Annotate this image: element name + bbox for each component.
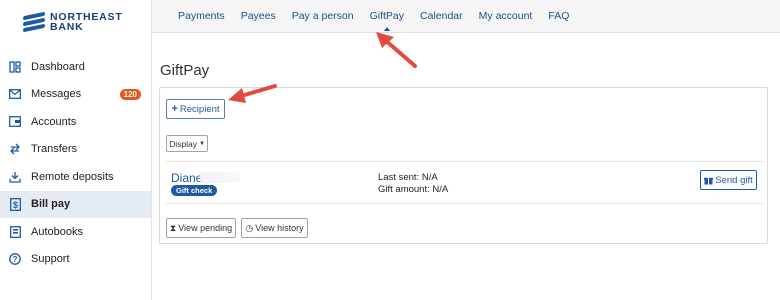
sidebar-item-messages[interactable]: Messages 120 xyxy=(0,81,151,109)
sidebar-item-label: Bill pay xyxy=(31,198,71,211)
sidebar-item-label: Messages xyxy=(31,88,82,101)
sidebar-item-label: Remote deposits xyxy=(31,170,114,183)
sidebar-item-label: Autobooks xyxy=(31,225,83,238)
annotation-arrow-giftpay xyxy=(376,32,417,68)
autobooks-icon xyxy=(8,225,22,239)
display-label: Display xyxy=(169,138,197,149)
divider xyxy=(166,203,763,204)
tab-payees[interactable]: Payees xyxy=(233,0,284,33)
hourglass-icon: ⧗ xyxy=(169,222,177,233)
logo-line2: BANK xyxy=(50,21,84,33)
sidebar-item-transfers[interactable]: Transfers xyxy=(0,136,151,164)
unread-count-badge: 120 xyxy=(119,88,141,100)
bank-logo[interactable]: NORTHEAST BANK xyxy=(23,11,123,33)
send-gift-label: Send gift xyxy=(715,174,753,186)
view-pending-button[interactable]: ⧗ View pending xyxy=(166,218,236,238)
tab-calendar[interactable]: Calendar xyxy=(412,0,471,33)
sidebar-item-remote-deposits[interactable]: Remote deposits xyxy=(0,163,151,191)
svg-text:?: ? xyxy=(13,255,18,264)
page-title: GiftPay xyxy=(160,62,210,79)
send-gift-button[interactable]: Send gift xyxy=(700,170,757,190)
tab-giftpay[interactable]: GiftPay xyxy=(362,0,412,33)
recipient-name[interactable]: Diane xyxy=(171,171,202,185)
help-icon: ? xyxy=(8,252,22,266)
wallet-icon xyxy=(8,115,22,129)
sidebar-item-autobooks[interactable]: Autobooks xyxy=(0,218,151,246)
sidebar-item-label: Transfers xyxy=(31,143,78,156)
divider xyxy=(166,161,763,162)
sidebar-nav: Dashboard Messages 120 Accounts Transfer… xyxy=(0,53,151,273)
svg-text:$: $ xyxy=(12,200,17,210)
giftpay-panel: + Recipient Display ▼ Diane Gift check L… xyxy=(159,87,768,244)
caret-down-icon: ▼ xyxy=(198,140,205,147)
gift-check-badge: Gift check xyxy=(171,185,218,196)
tab-pay-a-person[interactable]: Pay a person xyxy=(284,0,362,33)
sidebar-item-label: Support xyxy=(31,253,70,266)
sidebar-item-label: Dashboard xyxy=(31,60,85,73)
transfer-icon xyxy=(8,142,22,156)
sidebar-item-support[interactable]: ? Support xyxy=(0,246,151,274)
redacted-surname xyxy=(200,172,240,183)
tab-payments[interactable]: Payments xyxy=(170,0,233,33)
view-pending-label: View pending xyxy=(178,223,233,233)
envelope-icon xyxy=(8,87,22,101)
add-recipient-label: Recipient xyxy=(179,103,220,115)
logo-mark-icon xyxy=(23,11,45,33)
display-dropdown[interactable]: Display ▼ xyxy=(166,135,208,152)
tab-faq[interactable]: FAQ xyxy=(540,0,577,33)
sidebar: NORTHEAST BANK Dashboard Messages 120 Ac… xyxy=(0,0,152,300)
top-navigation: Payments Payees Pay a person GiftPay Cal… xyxy=(152,0,780,33)
gift-icon xyxy=(704,177,714,184)
clock-icon: ◷ xyxy=(245,222,254,233)
sidebar-item-bill-pay[interactable]: $ Bill pay xyxy=(0,190,151,218)
plus-icon: + xyxy=(171,103,178,115)
view-history-button[interactable]: ◷ View history xyxy=(241,218,308,238)
sidebar-item-label: Accounts xyxy=(31,115,77,128)
gift-amount-text: Gift amount: N/A xyxy=(378,184,449,195)
dollar-icon: $ xyxy=(8,197,22,211)
view-history-label: View history xyxy=(255,223,304,233)
sidebar-item-dashboard[interactable]: Dashboard xyxy=(0,53,151,81)
dashboard-icon xyxy=(8,60,22,74)
add-recipient-button[interactable]: + Recipient xyxy=(166,99,225,119)
tab-my-account[interactable]: My account xyxy=(471,0,541,33)
last-sent-text: Last sent: N/A xyxy=(378,172,438,183)
sidebar-item-accounts[interactable]: Accounts xyxy=(0,108,151,136)
download-icon xyxy=(8,170,22,184)
